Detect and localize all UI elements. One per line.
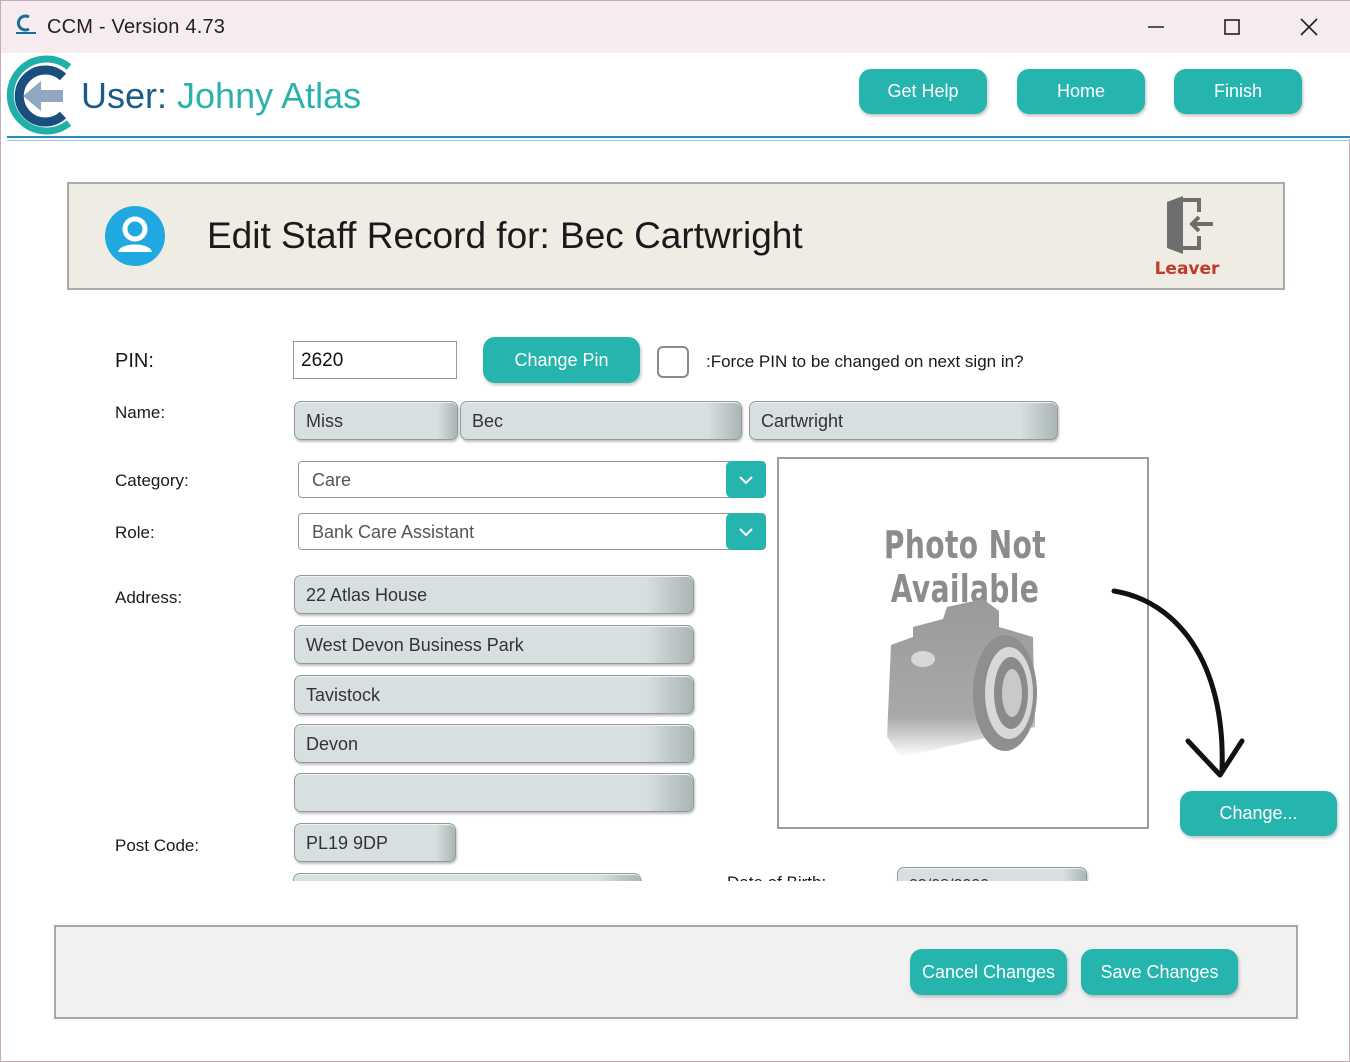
address-line-5[interactable] xyxy=(294,773,694,812)
current-user: User: Johny Atlas xyxy=(81,75,361,117)
header-divider xyxy=(7,136,1350,138)
door-exit-icon xyxy=(1167,196,1213,254)
close-button[interactable] xyxy=(1289,9,1329,45)
role-value: Bank Care Assistant xyxy=(312,522,475,542)
role-label: Role: xyxy=(115,523,155,542)
camera-icon xyxy=(887,599,1037,757)
last-name-field[interactable]: Cartwright xyxy=(749,401,1058,440)
category-dropdown-button[interactable] xyxy=(726,461,766,498)
close-icon xyxy=(1300,18,1318,36)
category-value: Care xyxy=(312,470,352,490)
page-title: Edit Staff Record for: Bec Cartwright xyxy=(207,215,803,256)
first-name-field[interactable]: Bec xyxy=(460,401,742,440)
cancel-changes-button[interactable]: Cancel Changes xyxy=(910,949,1067,995)
role-dropdown-button[interactable] xyxy=(726,513,766,550)
title-field[interactable]: Miss xyxy=(294,401,458,440)
maximize-icon xyxy=(1224,19,1240,35)
address-line-4[interactable]: Devon xyxy=(294,724,694,763)
minimize-button[interactable] xyxy=(1136,9,1176,45)
chevron-down-icon xyxy=(739,527,753,536)
postcode-field[interactable]: PL19 9DP xyxy=(294,823,456,862)
dob-label: Date of Birth: xyxy=(727,873,826,881)
category-select[interactable]: Care xyxy=(298,461,766,498)
app-window: CCM - Version 4.73 User: Johny Atlas Get… xyxy=(0,0,1350,1062)
maximize-button[interactable] xyxy=(1212,9,1252,45)
force-pin-label: :Force PIN to be changed on next sign in… xyxy=(706,352,1024,371)
chevron-down-icon xyxy=(739,475,753,484)
home-button[interactable]: Home xyxy=(1017,69,1145,114)
user-name: Johny Atlas xyxy=(177,75,362,116)
category-label: Category: xyxy=(115,471,189,490)
photo-box: Photo Not Available xyxy=(777,457,1149,829)
app-header: User: Johny Atlas Get Help Home Finish xyxy=(1,53,1350,139)
save-changes-button[interactable]: Save Changes xyxy=(1081,949,1238,995)
ccm-logo-icon xyxy=(6,55,72,135)
title-bar: CCM - Version 4.73 xyxy=(1,1,1350,53)
app-icon xyxy=(16,14,36,34)
get-help-button[interactable]: Get Help xyxy=(859,69,987,114)
curved-arrow-icon xyxy=(1111,588,1245,778)
finish-button[interactable]: Finish xyxy=(1174,69,1302,114)
address-line-3[interactable]: Tavistock xyxy=(294,675,694,714)
record-banner: Edit Staff Record for: Bec Cartwright Le… xyxy=(67,182,1285,290)
force-pin-checkbox[interactable] xyxy=(657,346,689,378)
role-select[interactable]: Bank Care Assistant xyxy=(298,513,766,550)
scroll-clip-row: Date of Birth: 03/08/2000 xyxy=(1,863,1350,881)
window-title: CCM - Version 4.73 xyxy=(47,16,226,38)
change-pin-button[interactable]: Change Pin xyxy=(483,337,640,383)
header-divider-light xyxy=(7,140,1350,141)
postcode-label: Post Code: xyxy=(115,836,200,855)
user-prefix: User: xyxy=(81,75,168,116)
address-line-2[interactable]: West Devon Business Park xyxy=(294,625,694,664)
partial-field[interactable] xyxy=(293,873,641,881)
address-label: Address: xyxy=(115,588,183,607)
pin-label: PIN: xyxy=(115,350,154,372)
pin-input[interactable]: 2620 xyxy=(293,341,457,379)
minimize-icon xyxy=(1148,26,1164,28)
name-label: Name: xyxy=(115,403,166,422)
change-photo-button[interactable]: Change... xyxy=(1180,791,1337,836)
leaver-label: Leaver xyxy=(1154,259,1220,279)
person-circle-icon xyxy=(105,206,165,266)
dob-field[interactable]: 03/08/2000 xyxy=(897,867,1087,881)
leaver-button[interactable]: Leaver xyxy=(1147,192,1227,284)
address-line-1[interactable]: 22 Atlas House xyxy=(294,575,694,614)
